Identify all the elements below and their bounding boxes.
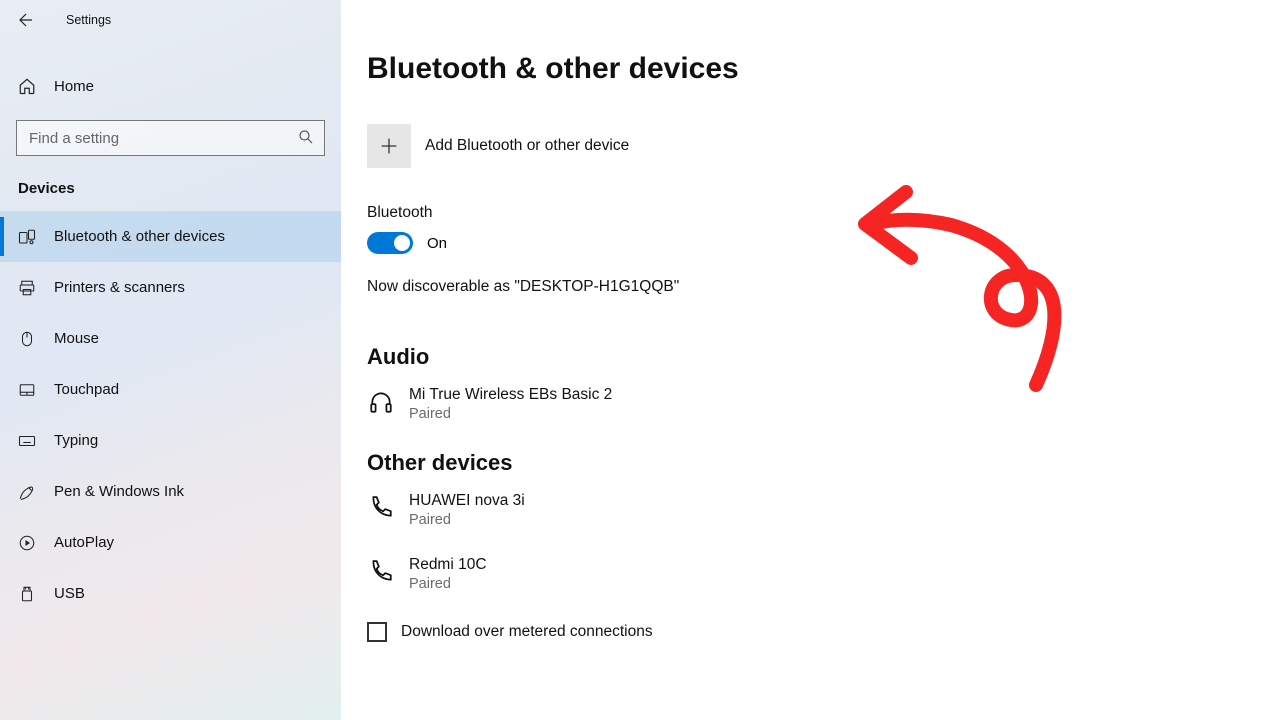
printer-icon [18, 279, 36, 297]
section-label: Devices [18, 180, 341, 197]
nav-item-usb[interactable]: USB [0, 568, 341, 619]
touchpad-icon [18, 381, 36, 399]
device-row[interactable]: Redmi 10C Paired [367, 556, 1280, 592]
phone-icon [367, 494, 395, 522]
metered-label: Download over metered connections [401, 623, 653, 641]
nav-item-touchpad[interactable]: Touchpad [0, 364, 341, 415]
back-button[interactable] [14, 8, 38, 32]
bluetooth-toggle-state: On [427, 235, 447, 252]
device-status: Paired [409, 406, 612, 422]
nav-list: Bluetooth & other devices Printers & scan… [0, 211, 341, 619]
nav-item-label: AutoPlay [54, 534, 114, 551]
nav-home-label: Home [54, 78, 94, 95]
nav-item-label: Touchpad [54, 381, 119, 398]
bluetooth-toggle-row: On [367, 232, 1280, 254]
nav-item-label: Mouse [54, 330, 99, 347]
device-name: Redmi 10C [409, 556, 487, 574]
home-icon [18, 77, 36, 95]
device-name: HUAWEI nova 3i [409, 492, 525, 510]
nav-item-label: Bluetooth & other devices [54, 228, 225, 245]
other-device-list: HUAWEI nova 3i Paired Redmi 10C Paired [367, 492, 1280, 592]
mouse-icon [18, 330, 36, 348]
device-row[interactable]: HUAWEI nova 3i Paired [367, 492, 1280, 528]
back-arrow-icon [17, 11, 35, 29]
device-row[interactable]: Mi True Wireless EBs Basic 2 Paired [367, 386, 1280, 422]
metered-row: Download over metered connections [367, 622, 1280, 642]
nav-item-label: USB [54, 585, 85, 602]
search-container [16, 120, 325, 156]
bluetooth-toggle[interactable] [367, 232, 413, 254]
phone-icon [367, 558, 395, 586]
sidebar: Settings Home Devices Bluetooth & other … [0, 0, 341, 720]
audio-device-list: Mi True Wireless EBs Basic 2 Paired [367, 386, 1280, 422]
bluetooth-label: Bluetooth [367, 204, 1280, 222]
device-name: Mi True Wireless EBs Basic 2 [409, 386, 612, 404]
plus-icon [378, 135, 400, 157]
other-group-title: Other devices [367, 450, 1280, 476]
metered-checkbox[interactable] [367, 622, 387, 642]
nav-item-autoplay[interactable]: AutoPlay [0, 517, 341, 568]
autoplay-icon [18, 534, 36, 552]
nav-item-mouse[interactable]: Mouse [0, 313, 341, 364]
discoverable-text: Now discoverable as "DESKTOP-H1G1QQB" [367, 278, 1280, 296]
add-device-button[interactable]: Add Bluetooth or other device [367, 124, 1280, 168]
keyboard-icon [18, 432, 36, 450]
audio-group-title: Audio [367, 344, 1280, 370]
window-title: Settings [66, 13, 111, 27]
nav-item-label: Typing [54, 432, 98, 449]
titlebar: Settings [0, 0, 341, 40]
page-title: Bluetooth & other devices [367, 52, 1280, 86]
device-status: Paired [409, 576, 487, 592]
pen-icon [18, 483, 36, 501]
nav-item-label: Pen & Windows Ink [54, 483, 184, 500]
bluetooth-devices-icon [18, 228, 36, 246]
search-input[interactable] [16, 120, 325, 156]
usb-icon [18, 585, 36, 603]
nav-item-typing[interactable]: Typing [0, 415, 341, 466]
headphones-icon [367, 388, 395, 416]
plus-tile [367, 124, 411, 168]
nav-home[interactable]: Home [0, 62, 341, 110]
main-content: Bluetooth & other devices Add Bluetooth … [341, 0, 1280, 720]
nav-item-bluetooth-other-devices[interactable]: Bluetooth & other devices [0, 211, 341, 262]
nav-item-printers-scanners[interactable]: Printers & scanners [0, 262, 341, 313]
nav-item-pen-windows-ink[interactable]: Pen & Windows Ink [0, 466, 341, 517]
add-device-label: Add Bluetooth or other device [425, 137, 629, 155]
device-status: Paired [409, 512, 525, 528]
nav-item-label: Printers & scanners [54, 279, 185, 296]
